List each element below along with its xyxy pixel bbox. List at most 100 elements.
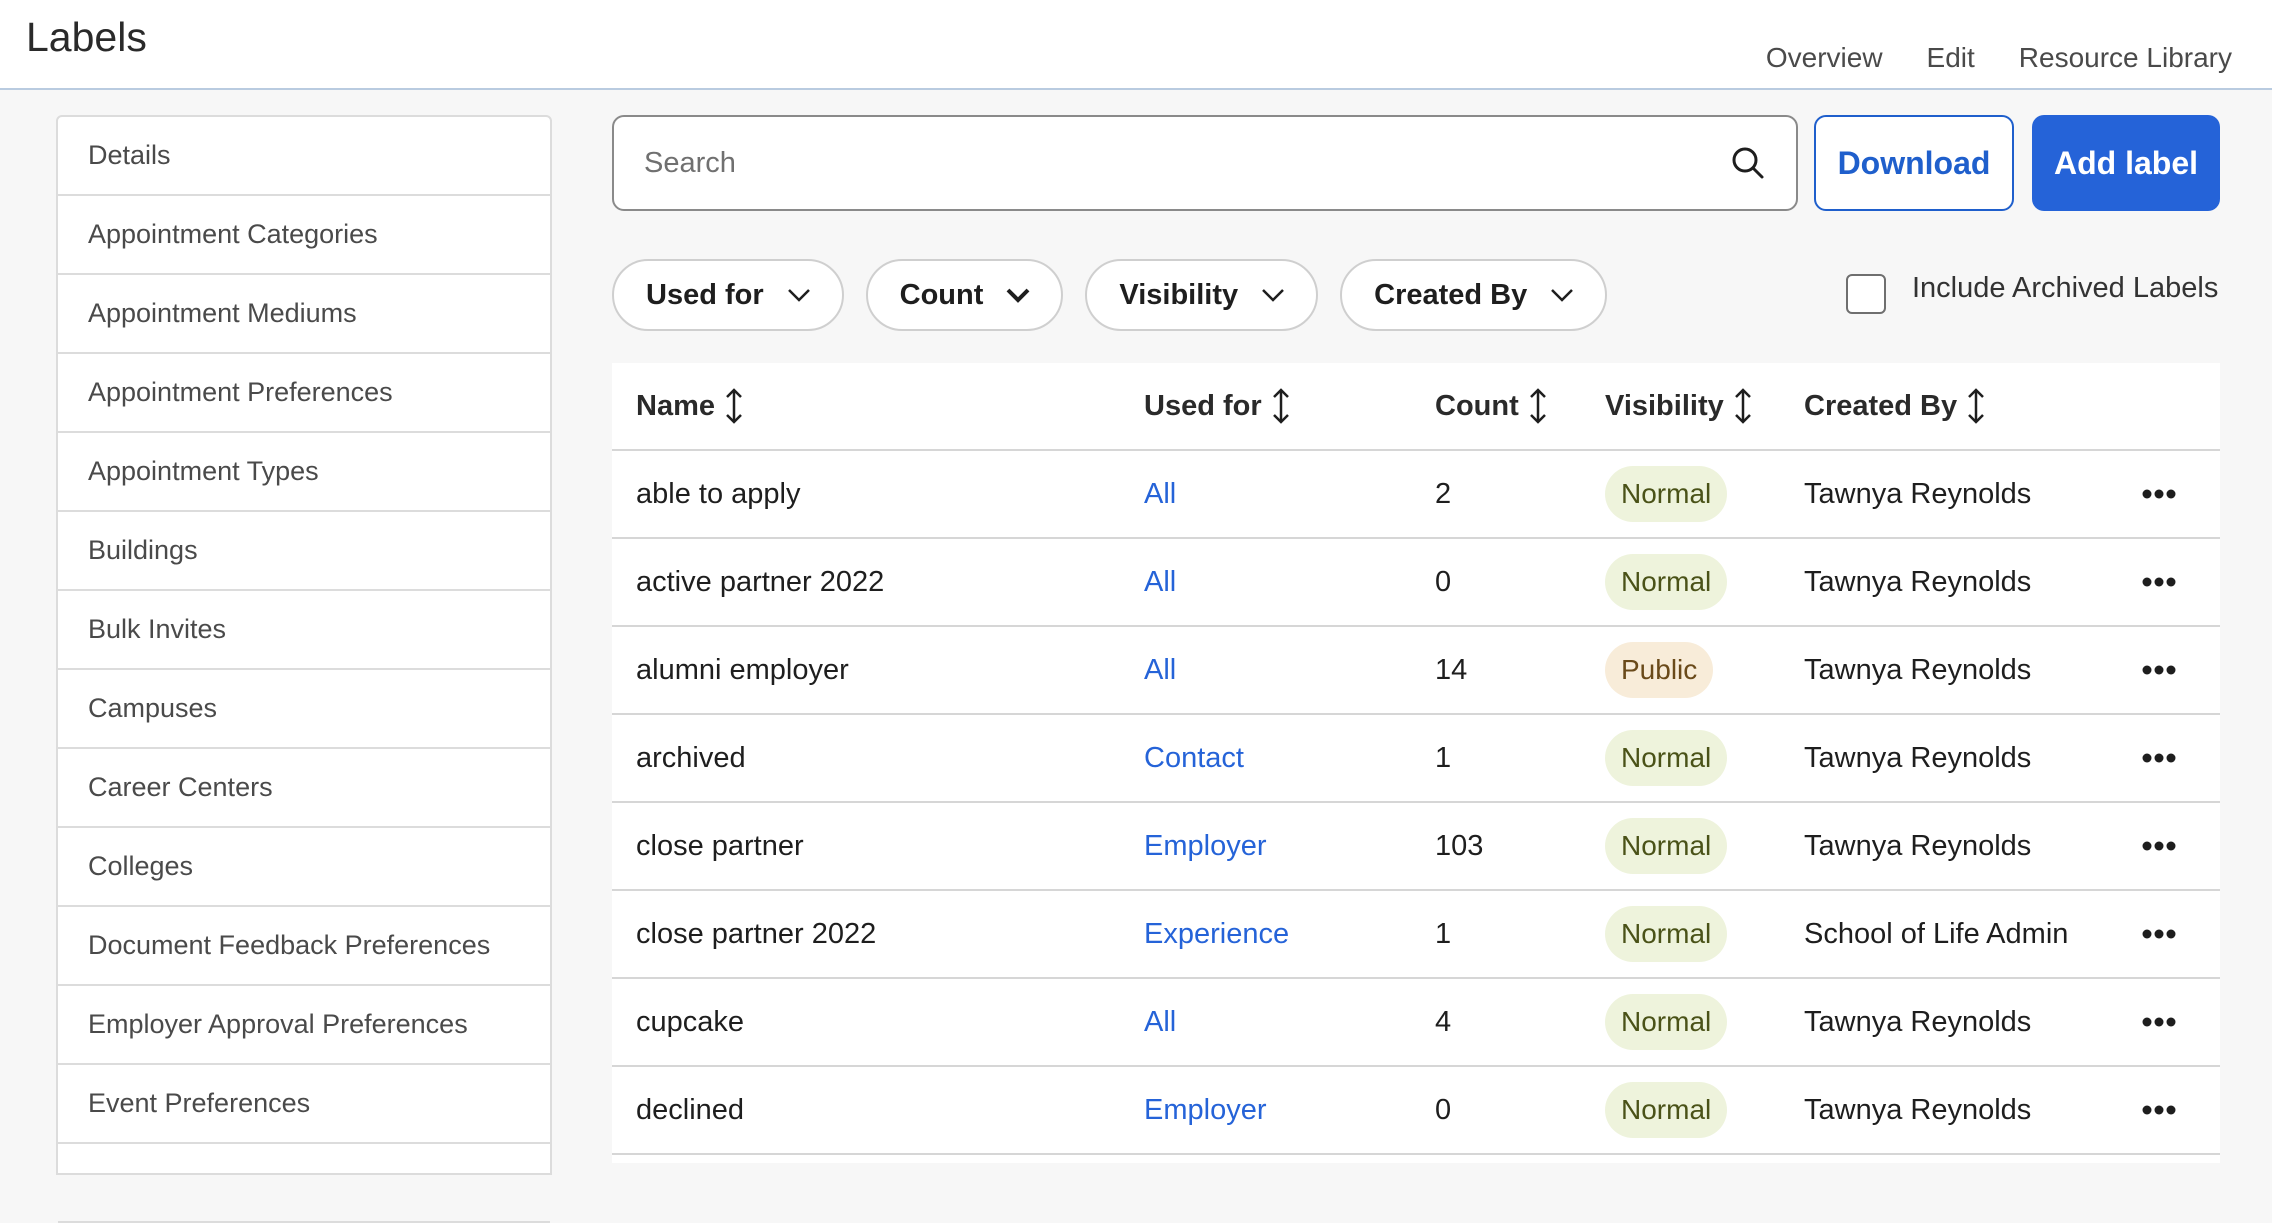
- visibility-badge: Normal: [1605, 906, 1728, 962]
- row-actions: [2142, 451, 2176, 537]
- filter-used-for[interactable]: Used for: [612, 259, 844, 331]
- sidebar-item-appointment-preferences[interactable]: Appointment Preferences: [58, 354, 550, 433]
- chevron-down-icon: [1262, 289, 1285, 302]
- visibility-badge: Normal: [1605, 466, 1728, 522]
- row-actions: [2142, 715, 2176, 801]
- more-options-icon[interactable]: [2142, 488, 2176, 500]
- column-label: Name: [636, 389, 715, 422]
- cell-created-by: School of Life Admin: [1804, 917, 2069, 950]
- column-label: Count: [1435, 389, 1519, 422]
- cell-used-for-link[interactable]: Experience: [1144, 891, 1289, 977]
- sort-icon: [1734, 388, 1751, 424]
- table-header: Name Used for Count Visibility Created B…: [612, 363, 2220, 451]
- sidebar-item-career-centers[interactable]: Career Centers: [58, 749, 550, 828]
- table-row[interactable]: able to apply All 2 Normal Tawnya Reynolds: [612, 451, 2220, 539]
- chevron-down-icon: [1006, 288, 1030, 303]
- sidebar-item-appointment-mediums[interactable]: Appointment Mediums: [58, 275, 550, 354]
- more-options-icon[interactable]: [2142, 840, 2176, 852]
- sidebar-item-campuses[interactable]: Campuses: [58, 670, 550, 749]
- row-actions: [2142, 539, 2176, 625]
- more-options-icon[interactable]: [2142, 928, 2176, 940]
- cell-count: 1: [1435, 741, 1452, 774]
- column-label: Used for: [1144, 389, 1262, 422]
- table-row[interactable]: active partner 2022 All 0 Normal Tawnya Reyn…: [612, 539, 2220, 627]
- cell-used-for-link[interactable]: All: [1144, 979, 1176, 1065]
- nav-edit-link[interactable]: Edit: [1927, 40, 1975, 76]
- cell-used-for-link[interactable]: All: [1144, 539, 1176, 625]
- search-box: [612, 115, 1798, 211]
- more-options-icon[interactable]: [2142, 1104, 2176, 1116]
- more-options-icon[interactable]: [2142, 576, 2176, 588]
- column-label: Created By: [1804, 389, 1958, 422]
- more-options-icon[interactable]: [2142, 752, 2176, 764]
- cell-created-by: Tawnya Reynolds: [1804, 565, 2032, 598]
- cell-created-by: Tawnya Reynolds: [1804, 1093, 2032, 1126]
- cell-used-for-link[interactable]: Employer: [1144, 803, 1267, 889]
- table-row[interactable]: cupcake All 4 Normal Tawnya Reynolds: [612, 979, 2220, 1067]
- cell-count: 4: [1435, 1005, 1452, 1038]
- visibility-badge: Normal: [1605, 554, 1728, 610]
- top-bar: Labels Overview Edit Resource Library: [0, 0, 2272, 90]
- row-actions: [2142, 803, 2176, 889]
- cell-used-for-link[interactable]: All: [1144, 627, 1176, 713]
- sort-icon: [1272, 388, 1289, 424]
- cell-name: close partner 2022: [636, 917, 877, 950]
- row-actions: [2142, 627, 2176, 713]
- sidebar-item-event-preferences[interactable]: Event Preferences: [58, 1065, 550, 1144]
- cell-name: cupcake: [636, 1005, 745, 1038]
- nav-overview-link[interactable]: Overview: [1766, 40, 1883, 76]
- include-archived-toggle: Include Archived Labels: [1846, 270, 2218, 314]
- row-actions: [2142, 891, 2176, 977]
- include-archived-checkbox[interactable]: [1846, 274, 1886, 314]
- table-row[interactable]: declined Employer 0 Normal Tawnya Reynolds: [612, 1067, 2220, 1155]
- cell-visibility: Normal: [1605, 979, 1728, 1065]
- sidebar-item-details[interactable]: Details: [58, 117, 550, 196]
- cell-name: active partner 2022: [636, 565, 885, 598]
- column-header-name[interactable]: Name: [636, 363, 745, 449]
- cell-visibility: Normal: [1605, 1067, 1728, 1153]
- column-header-used-for[interactable]: Used for: [1144, 363, 1292, 449]
- filter-label: Visibility: [1119, 278, 1239, 311]
- column-header-created-by[interactable]: Created By: [1804, 363, 1987, 449]
- cell-count: 103: [1435, 829, 1484, 862]
- cell-created-by: Tawnya Reynolds: [1804, 829, 2032, 862]
- cell-count: 2: [1435, 477, 1452, 510]
- sidebar-item-colleges[interactable]: Colleges: [58, 828, 550, 907]
- search-icon[interactable]: [1730, 145, 1766, 181]
- cell-visibility: Normal: [1605, 803, 1728, 889]
- column-header-visibility[interactable]: Visibility: [1605, 363, 1754, 449]
- sidebar-item-appointment-categories[interactable]: Appointment Categories: [58, 196, 550, 275]
- cell-used-for-link[interactable]: Employer: [1144, 1067, 1267, 1153]
- filter-count[interactable]: Count: [865, 259, 1064, 331]
- cell-created-by: Tawnya Reynolds: [1804, 1005, 2032, 1038]
- include-archived-label: Include Archived Labels: [1912, 272, 2219, 304]
- filter-label: Used for: [646, 278, 764, 311]
- sidebar-item-appointment-types[interactable]: Appointment Types: [58, 433, 550, 512]
- sidebar-item-next[interactable]: [58, 1144, 550, 1223]
- nav-resource-library-link[interactable]: Resource Library: [2019, 40, 2232, 76]
- table-row[interactable]: archived Contact 1 Normal Tawnya Reynolds: [612, 715, 2220, 803]
- filter-created-by[interactable]: Created By: [1340, 259, 1608, 331]
- more-options-icon[interactable]: [2142, 1016, 2176, 1028]
- filter-label: Count: [899, 278, 984, 311]
- cell-used-for-link[interactable]: Contact: [1144, 715, 1244, 801]
- add-label-button[interactable]: Add label: [2032, 115, 2220, 211]
- filter-visibility[interactable]: Visibility: [1085, 259, 1319, 331]
- page-title: Labels: [26, 14, 147, 60]
- table-row[interactable]: close partner 2022 Experience 1 Normal Schoo…: [612, 891, 2220, 979]
- settings-sidebar: Details Appointment Categories Appointme…: [56, 115, 552, 1223]
- table-row[interactable]: close partner Employer 103 Normal Tawnya Rey…: [612, 803, 2220, 891]
- cell-name: alumni employer: [636, 653, 849, 686]
- visibility-badge: Public: [1605, 642, 1714, 698]
- download-button[interactable]: Download: [1814, 115, 2014, 211]
- cell-used-for-link[interactable]: All: [1144, 451, 1176, 537]
- search-input[interactable]: [644, 117, 1704, 209]
- sidebar-item-buildings[interactable]: Buildings: [58, 512, 550, 591]
- sidebar-item-bulk-invites[interactable]: Bulk Invites: [58, 591, 550, 670]
- cell-count: 0: [1435, 1093, 1452, 1126]
- sidebar-item-document-feedback-preferences[interactable]: Document Feedback Preferences: [58, 907, 550, 986]
- table-row[interactable]: alumni employer All 14 Public Tawnya Reynold…: [612, 627, 2220, 715]
- column-header-count[interactable]: Count: [1435, 363, 1549, 449]
- more-options-icon[interactable]: [2142, 664, 2176, 676]
- sidebar-item-employer-approval-preferences[interactable]: Employer Approval Preferences: [58, 986, 550, 1065]
